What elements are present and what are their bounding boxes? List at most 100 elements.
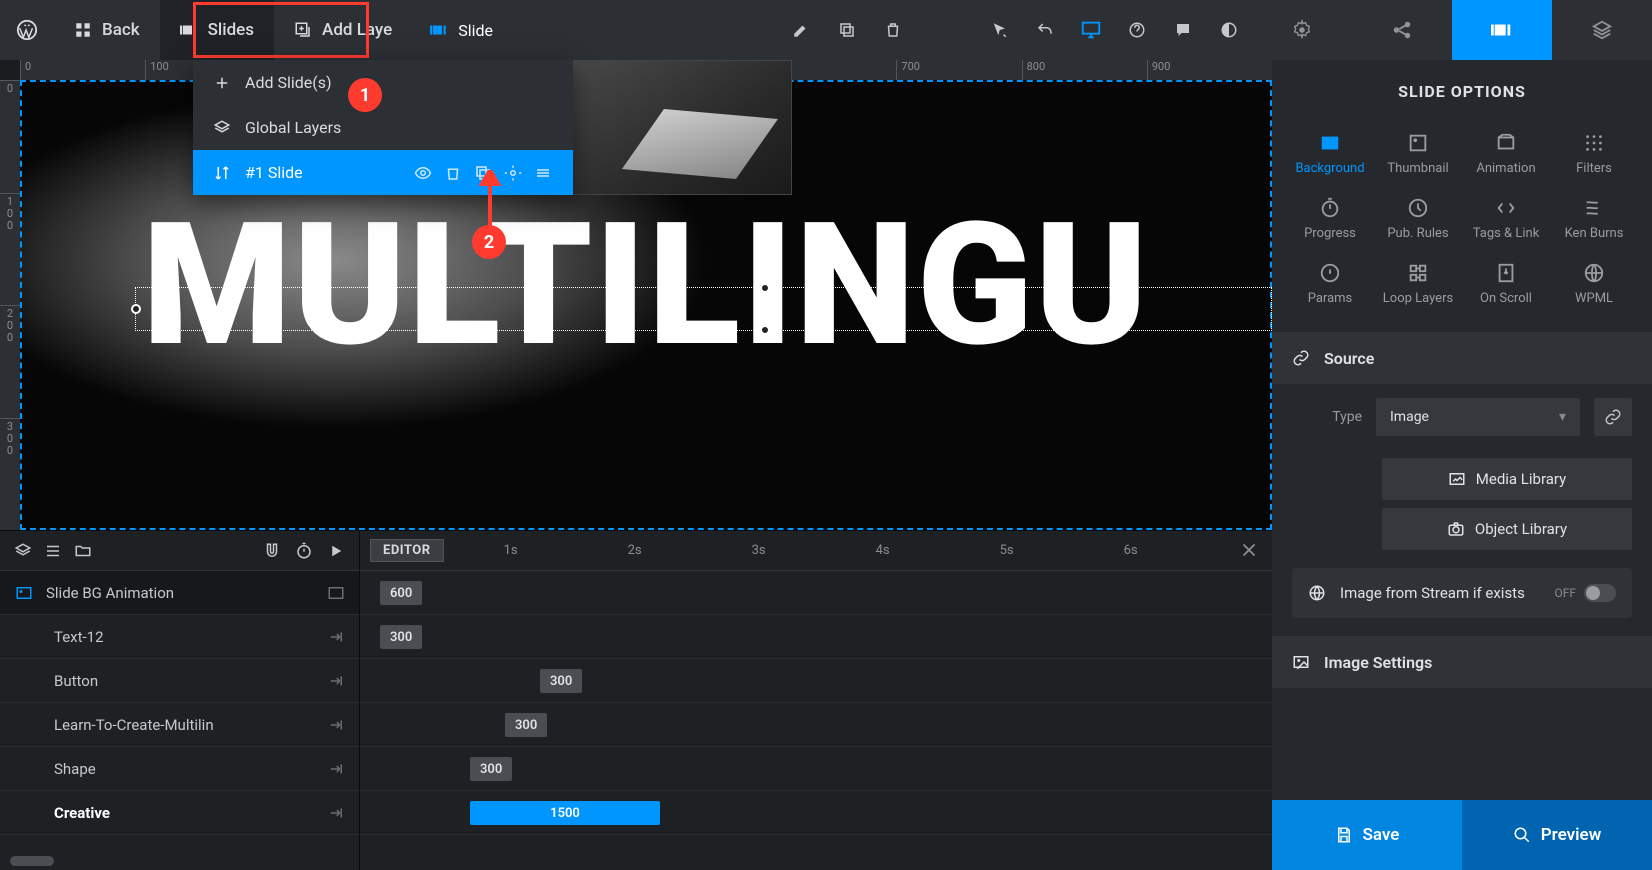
type-select[interactable]: Image ▾ (1376, 398, 1580, 436)
option-animation[interactable]: Animation (1462, 123, 1550, 184)
timeline-close[interactable] (1238, 539, 1260, 561)
duplicate-button[interactable] (824, 0, 870, 60)
folder-icon[interactable] (74, 542, 92, 560)
option-params[interactable]: Params (1286, 253, 1374, 314)
option-loop-layers[interactable]: Loop Layers (1374, 253, 1462, 314)
dropdown-add-slides[interactable]: Add Slide(s) (193, 60, 573, 105)
wordpress-logo[interactable] (0, 0, 54, 60)
undo-button[interactable] (1022, 0, 1068, 60)
list-icon[interactable] (44, 542, 62, 560)
slides-menu-button[interactable]: Slides (160, 0, 274, 60)
gear-icon (1291, 19, 1313, 41)
dropdown-slide-1[interactable]: #1 Slide (193, 150, 573, 195)
layer-row[interactable]: Text-12 (0, 615, 359, 659)
time-marks: 1s 2s 3s 4s 5s 6s (504, 543, 1272, 558)
stopwatch-icon[interactable] (295, 542, 313, 560)
selection-box[interactable] (135, 287, 1272, 331)
option-pub-rules[interactable]: Pub. Rules (1374, 188, 1462, 249)
media-library-label: Media Library (1476, 470, 1566, 488)
layer-type-icon (14, 628, 42, 646)
desktop-view-button[interactable] (1068, 0, 1114, 60)
preview-button[interactable]: Preview (1462, 800, 1652, 870)
section-source-label: Source (1324, 349, 1374, 368)
link-icon-button[interactable] (1594, 398, 1632, 436)
save-icon (1335, 826, 1353, 844)
slide-more[interactable] (533, 163, 553, 183)
stream-toggle[interactable]: OFF (1554, 584, 1616, 602)
save-button[interactable]: Save (1272, 800, 1462, 870)
gear-icon (504, 164, 522, 182)
edit-button[interactable] (778, 0, 824, 60)
image-icon (1292, 653, 1310, 671)
option-thumbnail[interactable]: Thumbnail (1374, 123, 1462, 184)
timeline-clip[interactable]: 300 (540, 669, 582, 693)
timeline-track[interactable]: 600 (360, 571, 1272, 615)
canvas-text-layer[interactable]: MULTILINGU (142, 185, 1149, 385)
timeline-clip[interactable]: 300 (380, 625, 422, 649)
timeline-clip[interactable]: 600 (380, 581, 422, 605)
option-filters[interactable]: Filters (1550, 123, 1638, 184)
link-icon (1292, 349, 1310, 367)
add-layer-button[interactable]: Add Laye (274, 0, 412, 60)
timeline-track[interactable]: 300 (360, 615, 1272, 659)
selection-handle[interactable] (760, 283, 770, 293)
layer-type-icon (14, 672, 42, 690)
object-library-label: Object Library (1475, 520, 1567, 538)
layers-icon[interactable] (14, 542, 32, 560)
option-ken-burns[interactable]: Ken Burns (1550, 188, 1638, 249)
contrast-button[interactable] (1206, 0, 1252, 60)
timeline-track[interactable]: 300 (360, 659, 1272, 703)
slides-label: Slides (208, 20, 254, 40)
option-progress[interactable]: Progress (1286, 188, 1374, 249)
tab-navigation[interactable] (1352, 0, 1452, 60)
option-on-scroll[interactable]: On Scroll (1462, 253, 1550, 314)
select-tool[interactable] (976, 0, 1022, 60)
option-wpml[interactable]: WPML (1550, 253, 1638, 314)
layer-row[interactable]: Learn-To-Create-Multilin (0, 703, 359, 747)
timeline-track[interactable]: 300 (360, 703, 1272, 747)
tab-settings[interactable] (1252, 0, 1352, 60)
play-icon[interactable] (327, 542, 345, 560)
comment-button[interactable] (1160, 0, 1206, 60)
sort-icon (213, 164, 231, 182)
slide-settings[interactable] (503, 163, 523, 183)
help-icon (1128, 21, 1146, 39)
current-slide-indicator[interactable]: Slide (412, 21, 511, 40)
section-source[interactable]: Source (1272, 332, 1652, 384)
scrollbar[interactable] (10, 856, 54, 866)
slide-delete[interactable] (443, 163, 463, 183)
slides-dropdown: Add Slide(s) Global Layers #1 Slide (193, 60, 573, 195)
dropdown-global-layers[interactable]: Global Layers (193, 105, 573, 150)
media-library-button[interactable]: Media Library (1382, 458, 1632, 500)
option-background[interactable]: Background (1286, 123, 1374, 184)
selection-handle[interactable] (131, 304, 141, 314)
editor-mode-chip[interactable]: EDITOR (370, 539, 444, 562)
timeline-track[interactable]: 300 (360, 747, 1272, 791)
timeline-clip[interactable]: 300 (505, 713, 547, 737)
tab-layers[interactable] (1552, 0, 1652, 60)
slide-visibility-toggle[interactable] (413, 163, 433, 183)
layer-label: Shape (54, 760, 96, 778)
layer-row[interactable]: Slide BG Animation (0, 571, 359, 615)
timeline-clip[interactable]: 300 (470, 757, 512, 781)
magnet-icon[interactable] (263, 542, 281, 560)
canvas-area: 0100700800900 0100200300 MULTILINGU (0, 60, 1272, 530)
arrow-right-icon (327, 716, 345, 734)
tab-slide-options[interactable] (1452, 0, 1552, 60)
help-button[interactable] (1114, 0, 1160, 60)
section-image-settings[interactable]: Image Settings (1272, 636, 1652, 688)
topbar: Back Slides Add Laye Slide (0, 0, 1652, 60)
layer-row[interactable]: Creative (0, 791, 359, 835)
option-tags-link[interactable]: Tags & Link (1462, 188, 1550, 249)
layer-row[interactable]: Shape (0, 747, 359, 791)
timeline-track[interactable]: 1500 (360, 791, 1272, 835)
delete-button[interactable] (870, 0, 916, 60)
timeline-clip[interactable]: 1500 (470, 801, 660, 825)
back-button[interactable]: Back (54, 0, 160, 60)
layer-row[interactable]: Button (0, 659, 359, 703)
object-library-button[interactable]: Object Library (1382, 508, 1632, 550)
layer-type-icon (14, 716, 42, 734)
annotation-arrow (475, 170, 505, 230)
timeline-header: EDITOR 1s 2s 3s 4s 5s 6s (360, 531, 1272, 571)
globe-icon (1308, 584, 1326, 602)
